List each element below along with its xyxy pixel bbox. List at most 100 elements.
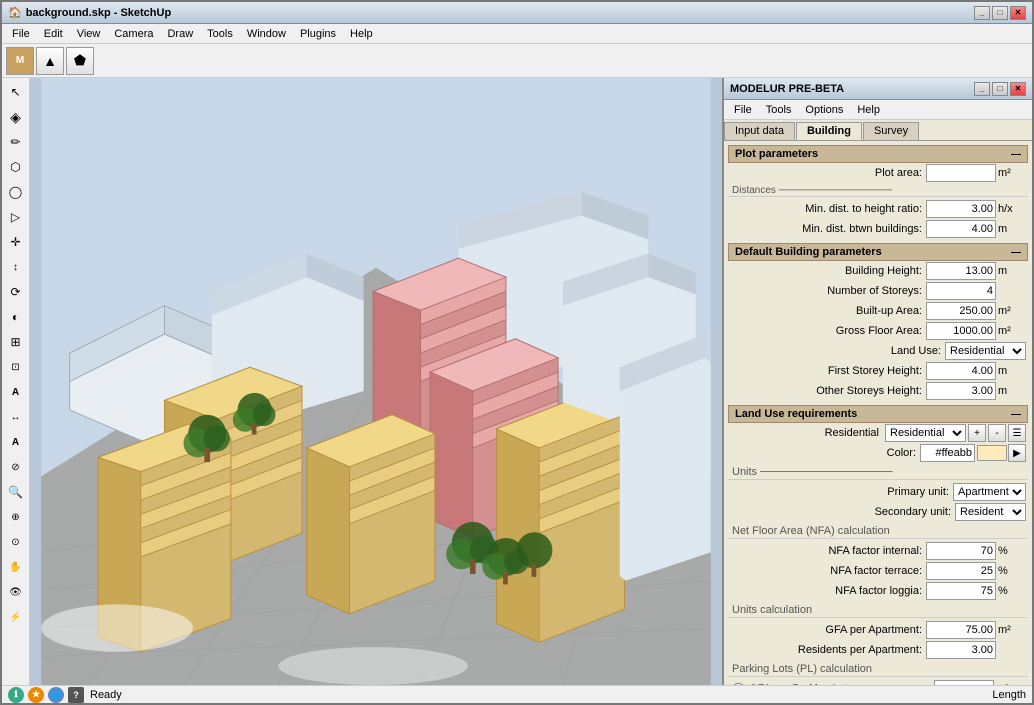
nfa-internal-input[interactable] [926,542,996,560]
building-height-unit: m [996,265,1026,277]
lu-list-button[interactable]: ☰ [1008,424,1026,442]
menu-camera[interactable]: Camera [108,27,159,41]
units-calc-label: Units calculation [728,603,1028,618]
min-dist-height-label: Min. dist. to height ratio: [730,203,926,215]
panel-menu-help[interactable]: Help [851,103,886,117]
primary-unit-select[interactable]: Apartment Room [953,483,1026,501]
menu-help[interactable]: Help [344,27,379,41]
lu-main-select[interactable]: Residential Commercial [885,424,966,442]
section-plot-collapse[interactable]: — [1011,149,1021,160]
panel-maximize[interactable]: □ [992,82,1008,96]
min-dist-btwn-label: Min. dist. btwn buildings: [730,223,926,235]
tool-zoom[interactable]: 🔍 [4,480,28,504]
secondary-unit-select[interactable]: Resident Employee [955,503,1026,521]
menu-edit[interactable]: Edit [38,27,69,41]
tool-follow[interactable]: ◐ [4,305,28,329]
panel-menu-file[interactable]: File [728,103,758,117]
section-landuse-collapse[interactable]: — [1011,409,1021,420]
nfa-group-label: Net Floor Area (NFA) calculation [728,524,1028,539]
app-window: 🏠 background.skp - SketchUp _ □ ✕ File E… [0,0,1034,705]
min-dist-height-input[interactable] [926,200,996,218]
distances-label: Distances ──────────────── [728,185,1028,197]
info-icon-1[interactable]: ℹ [8,687,24,703]
tab-input-data[interactable]: Input data [724,122,795,140]
toolbar-triangle[interactable]: ▲ [36,47,64,75]
nfa-loggia-input[interactable] [926,582,996,600]
first-storey-input[interactable] [926,362,996,380]
info-icon-3[interactable]: 🌐 [48,687,64,703]
nfa-terrace-row: NFA factor terrace: % [728,561,1028,581]
lu-color-swatch[interactable] [977,445,1007,461]
residents-apt-input[interactable] [926,641,996,659]
tool-paint[interactable]: ◈ [4,105,28,129]
tool-offset[interactable]: ⊡ [4,355,28,379]
tool-orbit[interactable]: ⊙ [4,530,28,554]
min-dist-btwn-input[interactable] [926,220,996,238]
toolbar-shape[interactable]: ⬟ [66,47,94,75]
menu-tools[interactable]: Tools [201,27,239,41]
builtup-area-row: Built-up Area: m² [728,301,1028,321]
tab-survey[interactable]: Survey [863,122,919,140]
tab-building[interactable]: Building [796,122,862,140]
min-dist-height-unit: h/x [996,203,1026,215]
gfa-apt-label: GFA per Apartment: [730,624,926,636]
panel-menu-options[interactable]: Options [799,103,849,117]
menu-view[interactable]: View [71,27,107,41]
panel-close[interactable]: ✕ [1010,82,1026,96]
menu-file[interactable]: File [6,27,36,41]
tool-text[interactable]: A [4,380,28,404]
tool-eraser[interactable]: ✏ [4,130,28,154]
tool-rotate[interactable]: ⟳ [4,280,28,304]
gfa-input[interactable] [926,322,996,340]
panel-menu-tools[interactable]: Tools [760,103,798,117]
lu-color-pick-button[interactable]: ▶ [1008,444,1026,462]
viewport[interactable] [30,78,722,685]
land-use-select[interactable]: Residential Commercial Mixed [945,342,1026,360]
nfa-loggia-row: NFA factor loggia: % [728,581,1028,601]
storeys-input[interactable] [926,282,996,300]
nfa-terrace-input[interactable] [926,562,996,580]
toolbar-modelur[interactable]: M [6,47,34,75]
tool-pan[interactable]: ✋ [4,555,28,579]
tool-3dtext[interactable]: A [4,430,28,454]
section-building-header: Default Building parameters — [728,243,1028,261]
gfa-apt-row: GFA per Apartment: m² [728,620,1028,640]
tool-circle[interactable]: ◯ [4,180,28,204]
lu-add-button[interactable]: + [968,424,986,442]
building-height-input[interactable] [926,262,996,280]
tool-section[interactable]: ⊘ [4,455,28,479]
panel-minimize[interactable]: _ [974,82,990,96]
menu-draw[interactable]: Draw [161,27,199,41]
lu-remove-button[interactable]: - [988,424,1006,442]
tool-lookaround[interactable]: ⚡ [4,605,28,629]
builtup-area-input[interactable] [926,302,996,320]
gfa-apt-input[interactable] [926,621,996,639]
info-icon-4[interactable]: ? [68,687,84,703]
close-button[interactable]: ✕ [1010,6,1026,20]
tool-move[interactable]: ✛ [4,230,28,254]
info-icon-2[interactable]: ★ [28,687,44,703]
lu-select-label: Residential [730,427,883,439]
tool-rect[interactable]: ⬡ [4,155,28,179]
tool-dim[interactable]: ↔ [4,405,28,429]
other-storey-input[interactable] [926,382,996,400]
primary-unit-label: Primary unit: [730,486,953,498]
nfa-internal-row: NFA factor internal: % [728,541,1028,561]
tool-scale[interactable]: ⊞ [4,330,28,354]
builtup-area-unit: m² [996,305,1026,317]
section-building-collapse[interactable]: — [1011,247,1021,258]
maximize-button[interactable]: □ [992,6,1008,20]
panel-menu-bar: File Tools Options Help [724,100,1032,120]
tool-walk[interactable]: 👁 [4,580,28,604]
plot-area-input[interactable] [926,164,996,182]
app-title: background.skp - SketchUp [26,7,171,19]
tool-zoomext[interactable]: ⊕ [4,505,28,529]
lu-color-input[interactable] [920,444,975,462]
menu-plugins[interactable]: Plugins [294,27,342,41]
menu-window[interactable]: Window [241,27,292,41]
tool-push[interactable]: ↕ [4,255,28,279]
section-plot-title: Plot parameters [735,148,818,160]
minimize-button[interactable]: _ [974,6,990,20]
tool-arc[interactable]: ▷ [4,205,28,229]
tool-select[interactable]: ↖ [4,80,28,104]
